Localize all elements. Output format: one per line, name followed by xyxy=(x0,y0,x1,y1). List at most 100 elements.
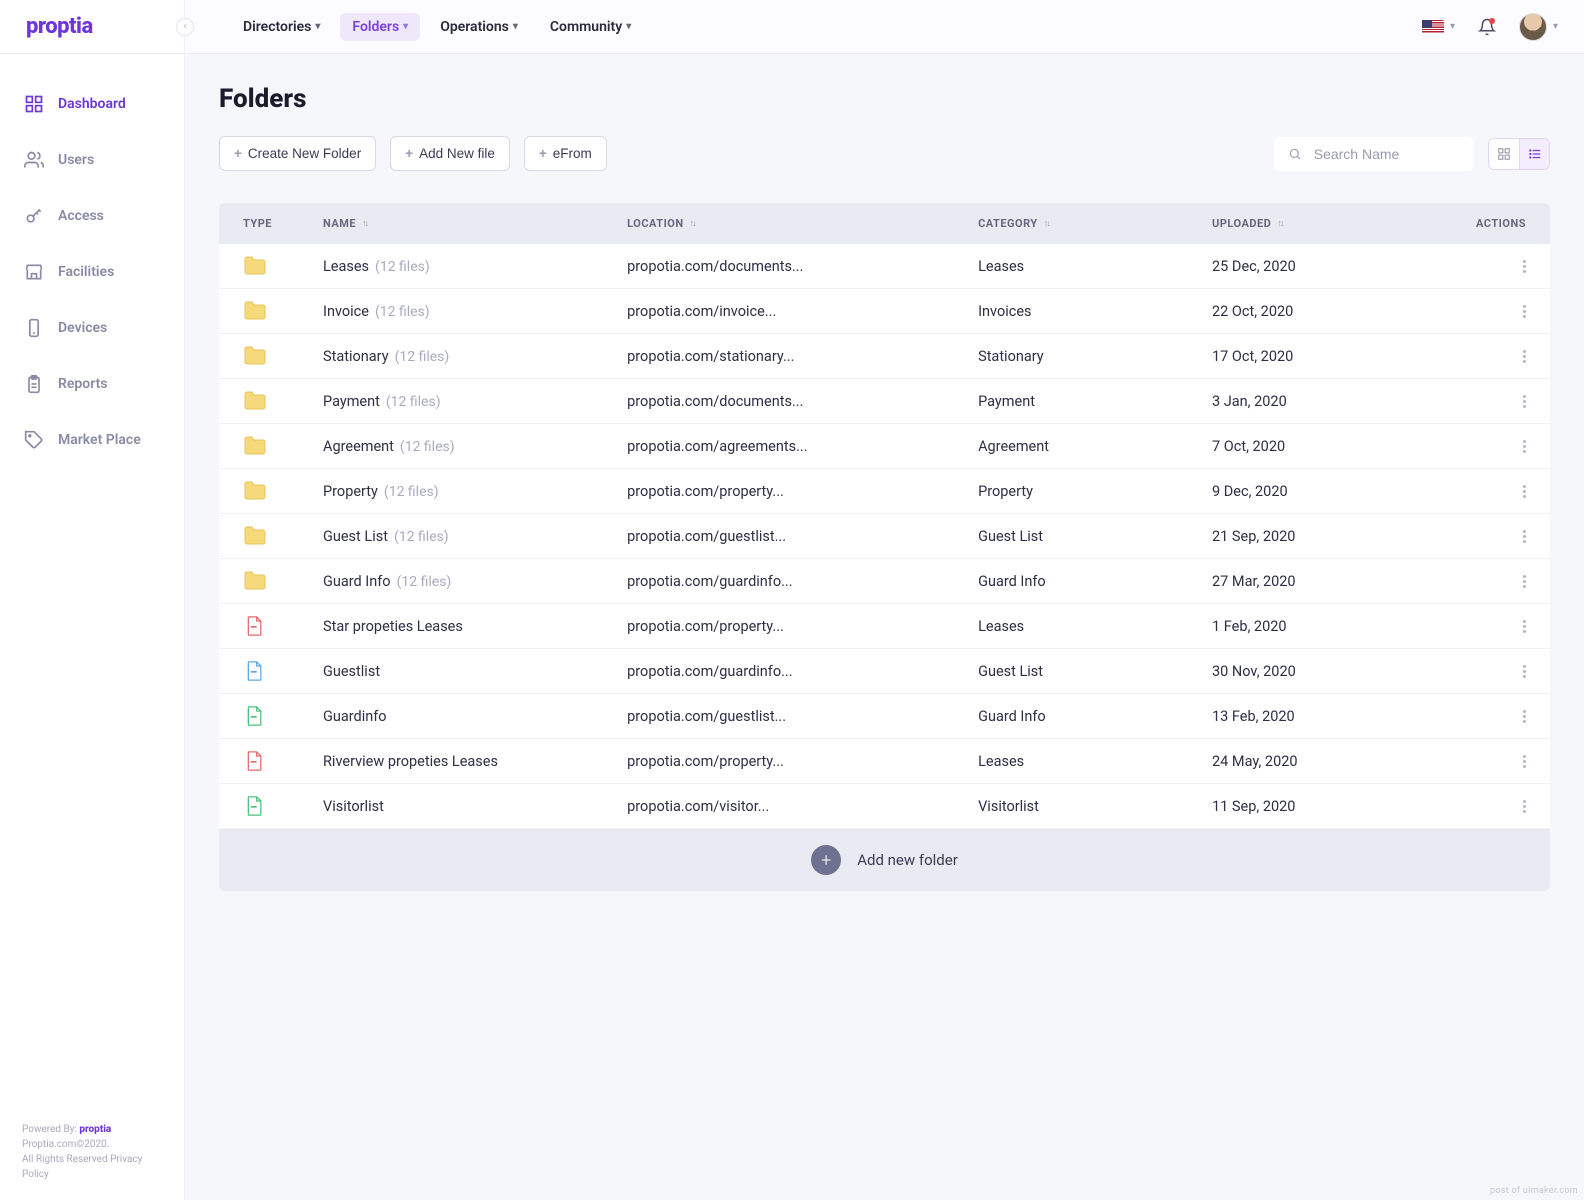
row-uploaded: 25 Dec, 2020 xyxy=(1212,258,1446,275)
row-actions-menu[interactable] xyxy=(1523,485,1526,498)
sidebar-collapse-button[interactable]: ‹ xyxy=(176,18,194,36)
row-uploaded: 7 Oct, 2020 xyxy=(1212,438,1446,455)
col-name[interactable]: NAME↑↓ xyxy=(323,217,627,230)
row-actions-menu[interactable] xyxy=(1523,530,1526,543)
topnav-item-operations[interactable]: Operations▾ xyxy=(428,13,530,41)
sort-icon: ↑↓ xyxy=(1044,218,1049,229)
col-location[interactable]: LOCATION↑↓ xyxy=(627,217,978,230)
sidebar-item-market-place[interactable]: Market Place xyxy=(0,418,184,462)
list-view-button[interactable] xyxy=(1519,139,1549,169)
row-name: Payment(12 files) xyxy=(323,393,627,410)
topnav-item-folders[interactable]: Folders▾ xyxy=(340,13,420,41)
row-uploaded: 3 Jan, 2020 xyxy=(1212,393,1446,410)
row-actions-menu[interactable] xyxy=(1523,395,1526,408)
create-folder-button[interactable]: + Create New Folder xyxy=(219,136,376,171)
row-actions xyxy=(1446,260,1526,273)
add-file-button[interactable]: + Add New file xyxy=(390,136,510,171)
key-icon xyxy=(24,206,44,226)
table-row[interactable]: Star propeties Leasespropotia.com/proper… xyxy=(219,604,1550,649)
row-actions-menu[interactable] xyxy=(1523,755,1526,768)
create-folder-label: Create New Folder xyxy=(248,146,361,161)
avatar xyxy=(1519,13,1547,41)
row-category: Agreement xyxy=(978,438,1212,455)
table-row[interactable]: Invoice(12 files)propotia.com/invoice...… xyxy=(219,289,1550,334)
table-row[interactable]: Visitorlistpropotia.com/visitor...Visito… xyxy=(219,784,1550,829)
sidebar-item-dashboard[interactable]: Dashboard xyxy=(0,82,184,126)
topnav-item-directories[interactable]: Directories▾ xyxy=(231,13,332,41)
row-uploaded: 27 Mar, 2020 xyxy=(1212,573,1446,590)
row-actions-menu[interactable] xyxy=(1523,620,1526,633)
sort-icon: ↑↓ xyxy=(362,218,367,229)
efrom-button[interactable]: + eFrom xyxy=(524,136,607,171)
search-icon xyxy=(1288,146,1302,162)
col-uploaded[interactable]: UPLOADED↑↓ xyxy=(1212,217,1446,230)
table-row[interactable]: Guestlistpropotia.com/guardinfo...Guest … xyxy=(219,649,1550,694)
row-location: propotia.com/property... xyxy=(627,483,978,500)
bell-icon xyxy=(1477,17,1497,37)
row-actions-menu[interactable] xyxy=(1523,665,1526,678)
row-uploaded: 17 Oct, 2020 xyxy=(1212,348,1446,365)
sidebar-item-access[interactable]: Access xyxy=(0,194,184,238)
logo-cell: proptia ‹ xyxy=(0,0,185,53)
row-uploaded: 22 Oct, 2020 xyxy=(1212,303,1446,320)
add-file-label: Add New file xyxy=(419,146,495,161)
row-actions-menu[interactable] xyxy=(1523,260,1526,273)
profile-menu[interactable]: ▾ xyxy=(1519,13,1558,41)
folder-icon xyxy=(243,256,323,276)
table-row[interactable]: Payment(12 files)propotia.com/documents.… xyxy=(219,379,1550,424)
sidebar-item-reports[interactable]: Reports xyxy=(0,362,184,406)
language-selector[interactable]: ▾ xyxy=(1422,20,1455,34)
row-location: propotia.com/stationary... xyxy=(627,348,978,365)
row-location: propotia.com/guestlist... xyxy=(627,708,978,725)
table-row[interactable]: Guard Info(12 files)propotia.com/guardin… xyxy=(219,559,1550,604)
table-row[interactable]: Agreement(12 files)propotia.com/agreemen… xyxy=(219,424,1550,469)
notifications-button[interactable] xyxy=(1477,17,1497,37)
row-uploaded: 13 Feb, 2020 xyxy=(1212,708,1446,725)
table-row[interactable]: Leases(12 files)propotia.com/documents..… xyxy=(219,244,1550,289)
topnav-item-community[interactable]: Community▾ xyxy=(538,13,643,41)
row-name: Leases(12 files) xyxy=(323,258,627,275)
grid-icon xyxy=(24,94,44,114)
sidebar-item-devices[interactable]: Devices xyxy=(0,306,184,350)
table-row[interactable]: Riverview propeties Leasespropotia.com/p… xyxy=(219,739,1550,784)
col-type[interactable]: TYPE xyxy=(243,217,323,230)
row-actions-menu[interactable] xyxy=(1523,350,1526,363)
add-folder-label: Add new folder xyxy=(857,851,958,869)
footer-privacy-link[interactable]: All Rights Reserved Privacy Policy xyxy=(22,1152,162,1182)
chevron-down-icon: ▾ xyxy=(626,21,631,32)
search-input[interactable] xyxy=(1312,145,1460,163)
page-title: Folders xyxy=(219,84,1550,114)
sidebar-item-users[interactable]: Users xyxy=(0,138,184,182)
add-folder-row[interactable]: + Add new folder xyxy=(219,829,1550,891)
row-name-text: Guard Info xyxy=(323,573,391,590)
row-actions xyxy=(1446,305,1526,318)
sidebar-item-facilities[interactable]: Facilities xyxy=(0,250,184,294)
table-body: Leases(12 files)propotia.com/documents..… xyxy=(219,244,1550,829)
file-icon xyxy=(243,796,323,816)
row-actions-menu[interactable] xyxy=(1523,710,1526,723)
topnav-label: Folders xyxy=(352,19,399,35)
row-actions xyxy=(1446,440,1526,453)
row-location: propotia.com/agreements... xyxy=(627,438,978,455)
brand-logo[interactable]: proptia xyxy=(26,14,93,39)
row-actions-menu[interactable] xyxy=(1523,800,1526,813)
row-actions-menu[interactable] xyxy=(1523,575,1526,588)
row-uploaded: 30 Nov, 2020 xyxy=(1212,663,1446,680)
file-icon xyxy=(243,706,323,726)
search-box[interactable] xyxy=(1274,137,1474,171)
table-row[interactable]: Guardinfopropotia.com/guestlist...Guard … xyxy=(219,694,1550,739)
row-uploaded: 24 May, 2020 xyxy=(1212,753,1446,770)
table-row[interactable]: Guest List(12 files)propotia.com/guestli… xyxy=(219,514,1550,559)
row-actions-menu[interactable] xyxy=(1523,440,1526,453)
row-category: Stationary xyxy=(978,348,1212,365)
row-actions-menu[interactable] xyxy=(1523,305,1526,318)
row-location: propotia.com/documents... xyxy=(627,258,978,275)
table-row[interactable]: Property(12 files)propotia.com/property.… xyxy=(219,469,1550,514)
row-file-count: (12 files) xyxy=(375,259,430,275)
row-category: Guest List xyxy=(978,528,1212,545)
table-row[interactable]: Stationary(12 files)propotia.com/station… xyxy=(219,334,1550,379)
grid-view-button[interactable] xyxy=(1489,139,1519,169)
row-category: Guest List xyxy=(978,663,1212,680)
row-name-text: Invoice xyxy=(323,303,369,320)
col-category[interactable]: CATEGORY↑↓ xyxy=(978,217,1212,230)
